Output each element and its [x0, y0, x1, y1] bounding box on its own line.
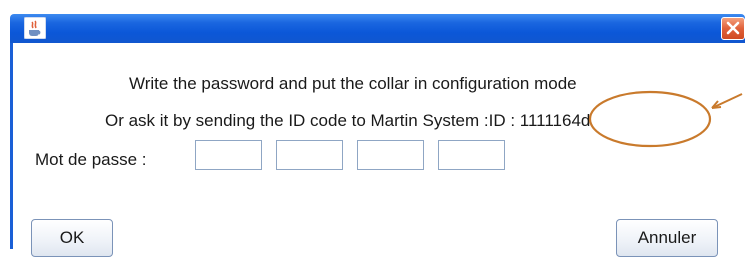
password-label: Mot de passe : [35, 150, 147, 169]
password-field-3[interactable] [357, 140, 424, 170]
title-bar[interactable] [10, 14, 745, 43]
cancel-button[interactable]: Annuler [616, 219, 718, 257]
dialog-body: Write the password and put the collar in… [10, 43, 745, 257]
message-line-1: Write the password and put the collar in… [129, 74, 577, 93]
password-dialog: Write the password and put the collar in… [10, 14, 745, 257]
java-coffee-cup-icon [23, 16, 47, 40]
password-field-2[interactable] [276, 140, 343, 170]
message-line-2: Or ask it by sending the ID code to Mart… [105, 111, 591, 130]
ok-button[interactable]: OK [31, 219, 113, 257]
password-field-4[interactable] [438, 140, 505, 170]
close-icon [726, 21, 740, 35]
password-field-1[interactable] [195, 140, 262, 170]
close-button[interactable] [721, 17, 745, 40]
